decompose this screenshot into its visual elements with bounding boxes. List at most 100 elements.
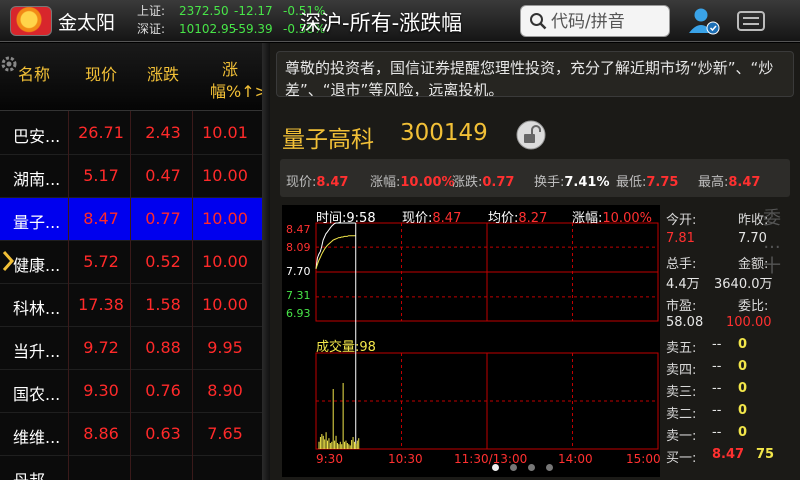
stock-row[interactable]: 湖南... 5.17 0.47 10.00 (0, 155, 262, 198)
column-header-percent[interactable]: 涨幅%↑> (210, 59, 262, 103)
stock-name: 维维... (13, 428, 61, 447)
book-qty: 0 (738, 337, 748, 352)
stock-row[interactable]: 巴安... 26.71 2.43 10.01 (0, 112, 262, 155)
side-tab[interactable]: 委 ... 十 (754, 207, 790, 327)
y-tick-label: 7.70 (286, 265, 311, 278)
book-price: -- (712, 425, 722, 440)
stock-percent: 10.00 (202, 209, 248, 228)
stock-name: 健康... (13, 256, 61, 275)
index-change: -59.39 (234, 22, 273, 36)
stock-list-panel: 名称 现价 涨跌 涨幅%↑> 巴安... 26.71 2.43 10.01 湖南... 5… (0, 43, 262, 480)
panel-divider[interactable] (262, 43, 270, 480)
stock-name: 量子... (13, 213, 61, 232)
stock-price: 17.38 (78, 295, 124, 314)
stock-row[interactable]: 丹邦 (0, 456, 262, 480)
column-divider (130, 111, 131, 480)
x-tick-label: 15:00 (626, 452, 661, 466)
page-dot[interactable] (528, 464, 535, 471)
chevron-right-icon (2, 251, 14, 271)
quote-price: 现价:8.47 (286, 175, 349, 190)
pe-value: 58.08 (666, 315, 704, 330)
stock-row[interactable]: 当升... 9.72 0.88 9.95 (0, 327, 262, 370)
page-indicator (490, 462, 560, 474)
quote-change: 涨跌:0.77 (452, 175, 515, 190)
book-label: 卖二: (666, 407, 697, 422)
column-divider (192, 111, 193, 480)
quote-turnover: 换手:7.41% (534, 175, 610, 190)
x-tick-label: 9:30 (316, 452, 343, 466)
stock-row[interactable]: 维维... 8.86 0.63 7.65 (0, 413, 262, 456)
column-header-name[interactable]: 名称 (14, 61, 54, 85)
page-dot[interactable] (546, 464, 553, 471)
stock-percent: 7.65 (207, 424, 243, 443)
stock-change: 0.77 (145, 209, 181, 228)
stock-name: 量子高科 (282, 127, 374, 153)
index-change: -12.17 (234, 4, 273, 18)
book-price: -- (712, 337, 722, 352)
chart-avg: 均价:8.27 (488, 211, 548, 226)
top-bar: 金太阳 上证: 2372.50 -12.17 -0.51% 深证: 10102.… (0, 0, 800, 42)
book-qty: 0 (738, 403, 748, 418)
search-input[interactable] (551, 10, 666, 34)
sun-logo-icon[interactable] (10, 6, 52, 36)
stock-row[interactable]: 量子... 8.47 0.77 10.00 (0, 198, 262, 241)
stock-row[interactable]: 健康... 5.72 0.52 10.00 (0, 241, 262, 284)
chart-percent: 涨幅:10.00% (572, 211, 652, 226)
stock-percent: 10.00 (202, 252, 248, 271)
search-icon (530, 13, 547, 30)
risk-notice: 尊敬的投资者，国信证券提醒您理性投资，充分了解近期市场“炒新”、“炒差”、“退市… (276, 51, 794, 97)
book-label: 卖三: (666, 385, 697, 400)
book-label: 卖一: (666, 429, 697, 444)
stock-percent: 10.00 (202, 295, 248, 314)
x-tick-label: 10:30 (388, 452, 423, 466)
open-label: 今开: (666, 213, 697, 228)
stock-code: 300149 (400, 120, 488, 146)
chart-time: 时间:9:58 (316, 211, 376, 226)
stock-price: 8.86 (83, 424, 119, 443)
column-header-price[interactable]: 现价 (72, 61, 130, 85)
stock-row[interactable]: 科林... 17.38 1.58 10.00 (0, 284, 262, 327)
lock-icon[interactable] (516, 120, 546, 150)
volume-total-value: 4.4万 (666, 277, 700, 292)
price-line (315, 222, 356, 269)
stock-name: 湖南... (13, 170, 61, 189)
book-price: -- (712, 403, 722, 418)
stock-price: 5.17 (83, 166, 119, 185)
search-box[interactable] (520, 5, 670, 37)
y-tick-label: 6.93 (286, 307, 311, 320)
screen-title: 深沪-所有-涨跌幅 (300, 11, 463, 35)
page-dot[interactable] (492, 464, 499, 471)
index-label: 深证: (137, 22, 166, 36)
page-dot[interactable] (510, 464, 517, 471)
stock-change: 0.63 (145, 424, 181, 443)
user-account-icon[interactable] (684, 6, 722, 36)
stock-detail-panel: 尊敬的投资者，国信证券提醒您理性投资，充分了解近期市场“炒新”、“炒差”、“退市… (270, 43, 800, 480)
menu-icon[interactable] (734, 6, 768, 36)
quote-bar: 现价:8.47 涨幅:10.00% 涨跌:0.77 换手:7.41% 最低:7.… (280, 159, 790, 197)
quote-low: 最低:7.75 (616, 175, 679, 190)
book-label: 买一: (666, 451, 697, 466)
stock-change: 0.88 (145, 338, 181, 357)
pe-label: 市盈: (666, 299, 697, 314)
stock-price: 26.71 (78, 123, 124, 142)
stock-change: 1.58 (145, 295, 181, 314)
stock-percent: 10.01 (202, 123, 248, 142)
app-name: 金太阳 (58, 12, 116, 34)
average-line (315, 235, 356, 269)
y-tick-label: 8.09 (286, 241, 311, 254)
stock-name: 丹邦 (13, 467, 45, 480)
volume-label: 成交量:98 (316, 340, 376, 355)
stock-row[interactable]: 国农... 9.30 0.76 8.90 (0, 370, 262, 413)
stock-percent: 10.00 (202, 166, 248, 185)
index-label: 上证: (137, 4, 166, 18)
book-price: 8.47 (712, 447, 745, 462)
book-price: -- (712, 381, 722, 396)
column-header-change[interactable]: 涨跌 (134, 61, 192, 85)
stock-price: 9.72 (83, 338, 119, 357)
stock-price: 8.47 (83, 209, 119, 228)
y-tick-label: 8.47 (286, 223, 311, 236)
intraday-chart[interactable]: 时间:9:58 现价:8.47 均价:8.27 涨幅:10.00% 8.47 8… (282, 205, 661, 477)
book-qty: 75 (756, 447, 775, 462)
list-header: 名称 现价 涨跌 涨幅%↑> (0, 43, 262, 111)
book-qty: 0 (738, 359, 748, 374)
